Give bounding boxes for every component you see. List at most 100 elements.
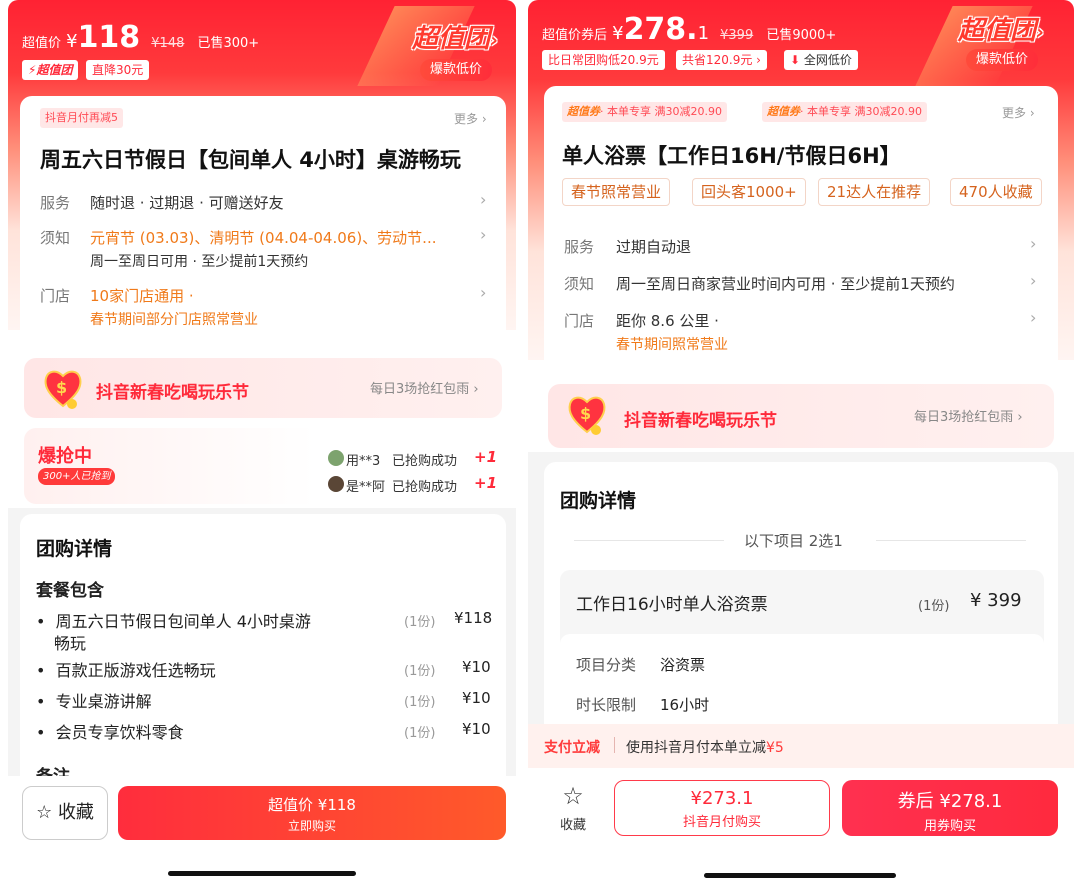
service-label: 服务 (564, 238, 595, 256)
notice-text: 周一至周日可用 · 至少提前1天预约 (90, 254, 309, 270)
service-text: 随时退 · 过期退 · 可赠送好友 (90, 194, 284, 212)
feature-tag: 回头客1000+ (692, 178, 806, 206)
package-item: • 会员专享饮料零食 (36, 723, 184, 742)
buy-price: 超值价 ¥118 (268, 796, 356, 814)
detail-title: 团购详情 (36, 538, 113, 560)
hot-sale-badge: 300+人已抢到 (38, 468, 116, 485)
coupon-tag[interactable]: 超值券· 本单专享 满30减20.90 (562, 102, 727, 122)
service-text: 过期自动退 (616, 238, 692, 256)
buy-label: 立即购买 (287, 819, 336, 833)
chevron-right-icon[interactable]: › (480, 225, 486, 244)
hot-sale-card: 爆抢中 300+人已抢到 用**3 已抢购成功 +1 是**阿 已抢购成功 +1 (24, 428, 510, 504)
divider (574, 540, 724, 541)
buyer-plus: +1 (474, 474, 498, 492)
package-item: • 专业桌游讲解 (36, 692, 152, 711)
right-screen: 超值价券后 ¥278.1 ¥399 已售9000+ 比日常团购低20.9元 共省… (528, 0, 1074, 881)
item-count: (1份) (918, 599, 950, 614)
buyer-name: 用**3 (346, 454, 381, 469)
svg-text:$: $ (580, 404, 591, 423)
package-count: (1份) (404, 664, 436, 679)
category-value: 浴资票 (660, 656, 706, 674)
package-item: • 百款正版游戏任选畅玩 (36, 661, 216, 680)
chevron-right-icon[interactable]: › (1030, 308, 1036, 327)
left-screen: 超值价 ¥118 ¥148 已售300+ ⚡超值团 直降30元 超值团› 爆款低… (8, 0, 516, 881)
price-label: 超值价券后 (542, 28, 608, 43)
monthly-pay-button[interactable]: ¥273.1 抖音月付购买 (614, 780, 830, 836)
notice-text: 周一至周日商家营业时间内可用 · 至少提前1天预约 (616, 275, 955, 293)
service-label: 服务 (40, 194, 71, 212)
buyer-name: 是**阿 (346, 480, 386, 495)
buyer-plus: +1 (474, 448, 498, 466)
more-link[interactable]: 更多 › (1002, 104, 1035, 121)
festival-heart-icon: $ (44, 370, 82, 409)
currency: ¥ (612, 23, 624, 44)
duration-label: 时长限制 (576, 696, 637, 714)
brand-logo[interactable]: 超值团› (412, 18, 498, 55)
festival-link[interactable]: 每日3场抢红包雨 › (370, 378, 479, 397)
coupon-buy-button[interactable]: 券后 ¥278.1 用券购买 (842, 780, 1058, 836)
more-link[interactable]: 更多 › (454, 110, 487, 127)
choose-text: 以下项目 2选1 (744, 532, 843, 550)
original-price: ¥148 (151, 36, 185, 51)
price: 278. (623, 12, 698, 47)
brand-subtitle: 爆款低价 (420, 59, 493, 81)
item-title: 工作日16小时单人浴资票 (576, 595, 768, 615)
bottom-bar: ☆ 收藏 ¥273.1 抖音月付购买 券后 ¥278.1 用券购买 (528, 768, 1074, 881)
brand-logo[interactable]: 超值团› (958, 10, 1044, 47)
store-label: 门店 (40, 287, 71, 305)
buy-now-button[interactable]: 超值价 ¥118 立即购买 (118, 786, 506, 840)
star-icon: ☆ (36, 802, 53, 823)
pay-tag: 支付立减 (544, 740, 600, 756)
promo-tag: 抖音月付再减5 (40, 108, 123, 128)
coupon-tag[interactable]: 超值券· 本单专享 满30减20.90 (762, 102, 927, 122)
package-price: ¥10 (462, 720, 491, 738)
festival-heart-icon: $ (568, 396, 606, 435)
buyer-status: 已抢购成功 (392, 480, 458, 495)
package-count: (1份) (404, 615, 436, 630)
package-item-cont: 畅玩 (54, 634, 87, 653)
notice-holidays: 元宵节 (03.03)、清明节 (04.04-04.06)、劳动节... (90, 229, 437, 247)
bottom-bar: ☆ 收藏 超值价 ¥118 立即购买 (8, 776, 516, 881)
arrow-down-circle-icon: ⬇ (790, 53, 801, 67)
price-line: 超值价 ¥118 ¥148 已售300+ (22, 20, 259, 55)
group-detail-card: 团购详情 套餐包含 • 周五六日节假日包间单人 4小时桌游 畅玩 (1份) ¥1… (20, 514, 506, 814)
drop-chip: 直降30元 (86, 60, 150, 80)
store-label: 门店 (564, 312, 595, 330)
favorite-button[interactable]: ☆ 收藏 (548, 782, 598, 836)
chevron-right-icon[interactable]: › (1030, 234, 1036, 253)
store-text[interactable]: 10家门店通用 · (90, 285, 194, 306)
price-line: 超值价券后 ¥278.1 ¥399 已售9000+ (542, 12, 836, 47)
coupon-buy-label: 用券购买 (923, 819, 976, 834)
sold-count: 已售300+ (197, 36, 260, 51)
chevron-right-icon[interactable]: › (480, 190, 486, 209)
hot-sale-title: 爆抢中 (38, 446, 92, 467)
favorite-button[interactable]: ☆ 收藏 (22, 786, 108, 840)
store-text[interactable]: 距你 8.6 公里 · (616, 310, 719, 331)
pay-text: 使用抖音月付本单立减¥5 (626, 740, 784, 756)
info-card: 超值券· 本单专享 满30减20.90 超值券· 本单专享 满30减20.90 … (544, 86, 1058, 372)
item-price: ¥ 399 (970, 590, 1022, 611)
compare-chip: 比日常团购低20.9元 (542, 50, 665, 70)
lowest-price-chip: ⬇ 全网低价 (784, 50, 858, 70)
notice-label: 须知 (564, 275, 595, 293)
package-count: (1份) (404, 695, 436, 710)
chevron-right-icon[interactable]: › (1030, 271, 1036, 290)
festival-title: 抖音新春吃喝玩乐节 (624, 411, 777, 431)
festival-banner[interactable]: $ 抖音新春吃喝玩乐节 每日3场抢红包雨 › (548, 384, 1054, 448)
svg-text:$: $ (56, 378, 67, 397)
festival-title: 抖音新春吃喝玩乐节 (96, 383, 249, 403)
feature-tag: 春节照常营业 (562, 178, 671, 206)
festival-link[interactable]: 每日3场抢红包雨 › (914, 406, 1023, 425)
divider (876, 540, 1026, 541)
price-label: 超值价 (22, 36, 62, 51)
brand-subtitle: 爆款低价 (966, 49, 1039, 71)
original-price: ¥399 (720, 28, 754, 43)
chevron-right-icon[interactable]: › (480, 283, 486, 302)
sold-count: 已售9000+ (766, 28, 837, 43)
package-title: 套餐包含 (36, 581, 104, 601)
feature-tag: 21达人在推荐 (818, 178, 931, 206)
saving-chip[interactable]: 共省120.9元 › (676, 50, 767, 70)
home-indicator (168, 871, 356, 876)
festival-banner[interactable]: $ 抖音新春吃喝玩乐节 每日3场抢红包雨 › (24, 358, 502, 418)
buyer-status: 已抢购成功 (392, 454, 458, 469)
